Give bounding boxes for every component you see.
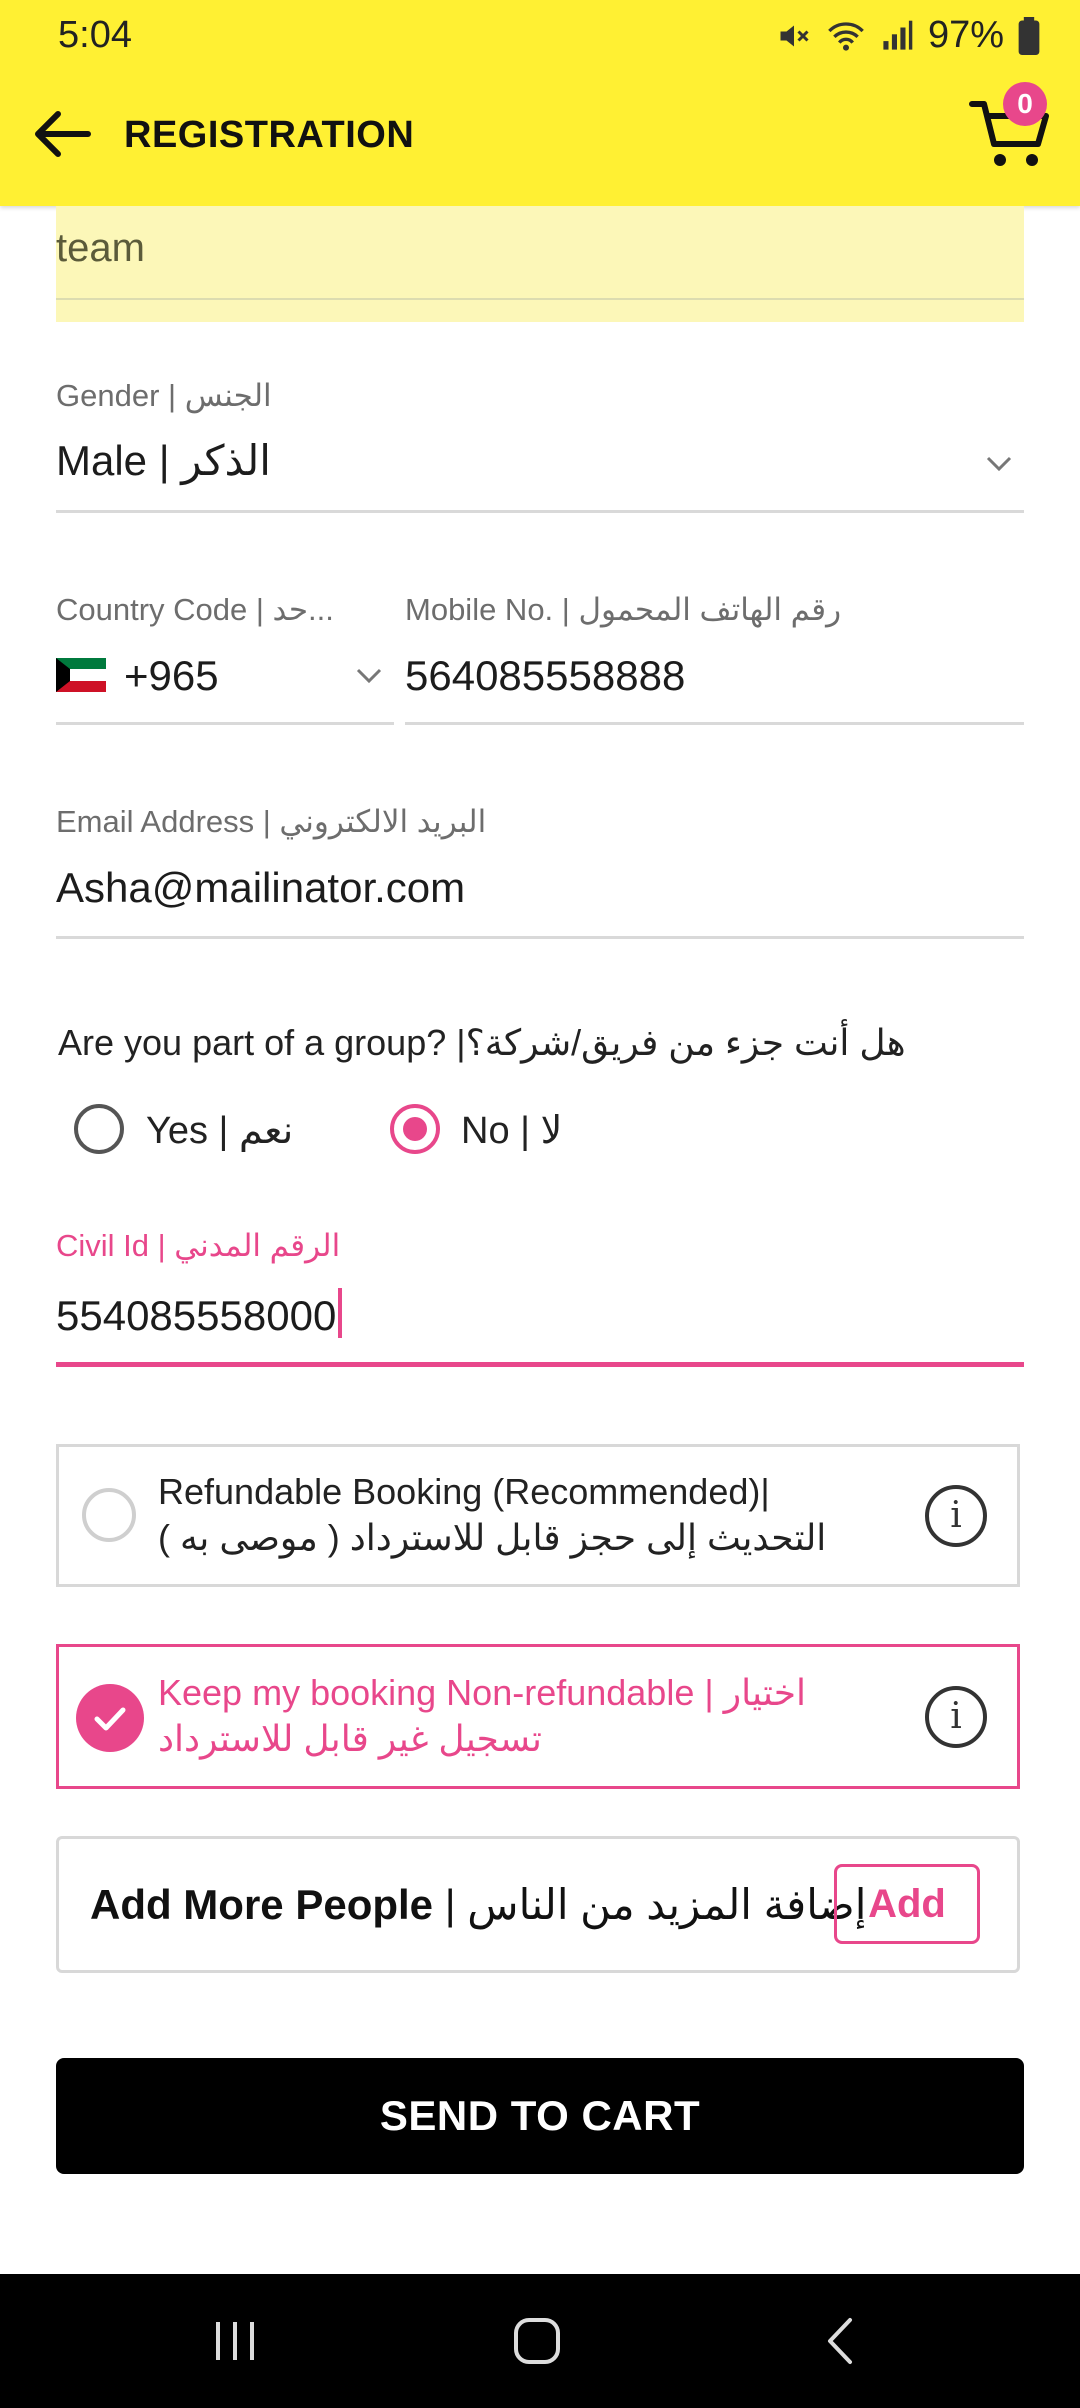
mobile-underline	[405, 722, 1024, 725]
wifi-icon	[828, 21, 864, 51]
mobile-input[interactable]: 564085558888	[405, 652, 685, 700]
info-icon[interactable]: i	[925, 1485, 987, 1547]
team-name-value: team	[56, 226, 145, 270]
status-time: 5:04	[58, 14, 132, 56]
chevron-down-icon[interactable]	[982, 446, 1016, 480]
group-yes-label[interactable]: Yes | نعم	[146, 1108, 293, 1153]
recents-icon[interactable]	[210, 2318, 260, 2364]
home-icon[interactable]	[512, 2316, 562, 2366]
email-label: Email Address | البريد الالكتروني	[56, 804, 487, 839]
send-to-cart-button[interactable]: SEND TO CART	[56, 2058, 1024, 2174]
group-no-radio[interactable]	[390, 1104, 440, 1154]
back-arrow-icon[interactable]	[28, 104, 98, 164]
mute-icon	[780, 25, 809, 46]
checkmark-icon	[94, 1707, 126, 1731]
kuwait-flag-icon	[56, 658, 106, 692]
page-title: REGISTRATION	[124, 114, 415, 156]
chevron-down-icon[interactable]	[352, 658, 386, 692]
gender-select[interactable]: Male | الذكر	[56, 436, 271, 485]
country-code-underline	[56, 722, 394, 725]
gender-label: Gender | الجنس	[56, 378, 272, 413]
non-refundable-text: Keep my booking Non-refundable | اختيار …	[158, 1670, 898, 1762]
group-question: Are you part of a group? |هل أنت جزء من …	[58, 1022, 906, 1063]
country-code-select[interactable]: +965	[124, 652, 219, 700]
refundable-radio[interactable]	[82, 1488, 136, 1542]
refundable-line2: التحديث إلى حجز قابل للاسترداد ( موصى به…	[158, 1517, 827, 1558]
text-cursor	[338, 1288, 343, 1338]
gender-underline	[56, 510, 1024, 513]
refundable-line1: Refundable Booking (Recommended)|	[158, 1471, 770, 1512]
country-code-label: Country Code | حد...	[56, 592, 334, 627]
cart-count-badge: 0	[1003, 82, 1047, 126]
add-more-people-ar: | إضافة المزيد من الناس	[433, 1881, 867, 1928]
add-people-button[interactable]: Add	[834, 1864, 980, 1944]
mobile-label: Mobile No. | رقم الهاتف المحمول	[405, 592, 842, 627]
signal-icon	[883, 20, 913, 50]
civil-id-value: 554085558000	[56, 1292, 337, 1339]
civil-id-label: Civil Id | الرقم المدني	[56, 1228, 341, 1263]
email-input[interactable]: Asha@mailinator.com	[56, 864, 465, 912]
email-underline	[56, 936, 1024, 939]
add-more-people-label: Add More People | إضافة المزيد من الناس	[90, 1880, 866, 1929]
civil-id-underline	[56, 1362, 1024, 1367]
group-yes-radio[interactable]	[74, 1104, 124, 1154]
group-no-label[interactable]: No | لا	[461, 1108, 562, 1153]
battery-percent: 97%	[927, 14, 1004, 56]
team-field-underline	[56, 298, 1024, 300]
civil-id-input[interactable]: 554085558000	[56, 1288, 343, 1340]
battery-icon	[1018, 16, 1040, 55]
non-refundable-line1: Keep my booking Non-refundable | اختيار	[158, 1672, 807, 1713]
team-name-field[interactable]	[56, 206, 1024, 322]
non-refundable-check[interactable]	[76, 1684, 144, 1752]
back-nav-icon[interactable]	[820, 2316, 860, 2366]
status-icons: 97%	[776, 14, 1040, 57]
refundable-text: Refundable Booking (Recommended)| التحدي…	[158, 1469, 898, 1561]
non-refundable-line2: تسجيل غير قابل للاسترداد	[158, 1718, 542, 1759]
add-more-people-en: Add More People	[90, 1881, 434, 1928]
info-icon[interactable]: i	[925, 1686, 987, 1748]
